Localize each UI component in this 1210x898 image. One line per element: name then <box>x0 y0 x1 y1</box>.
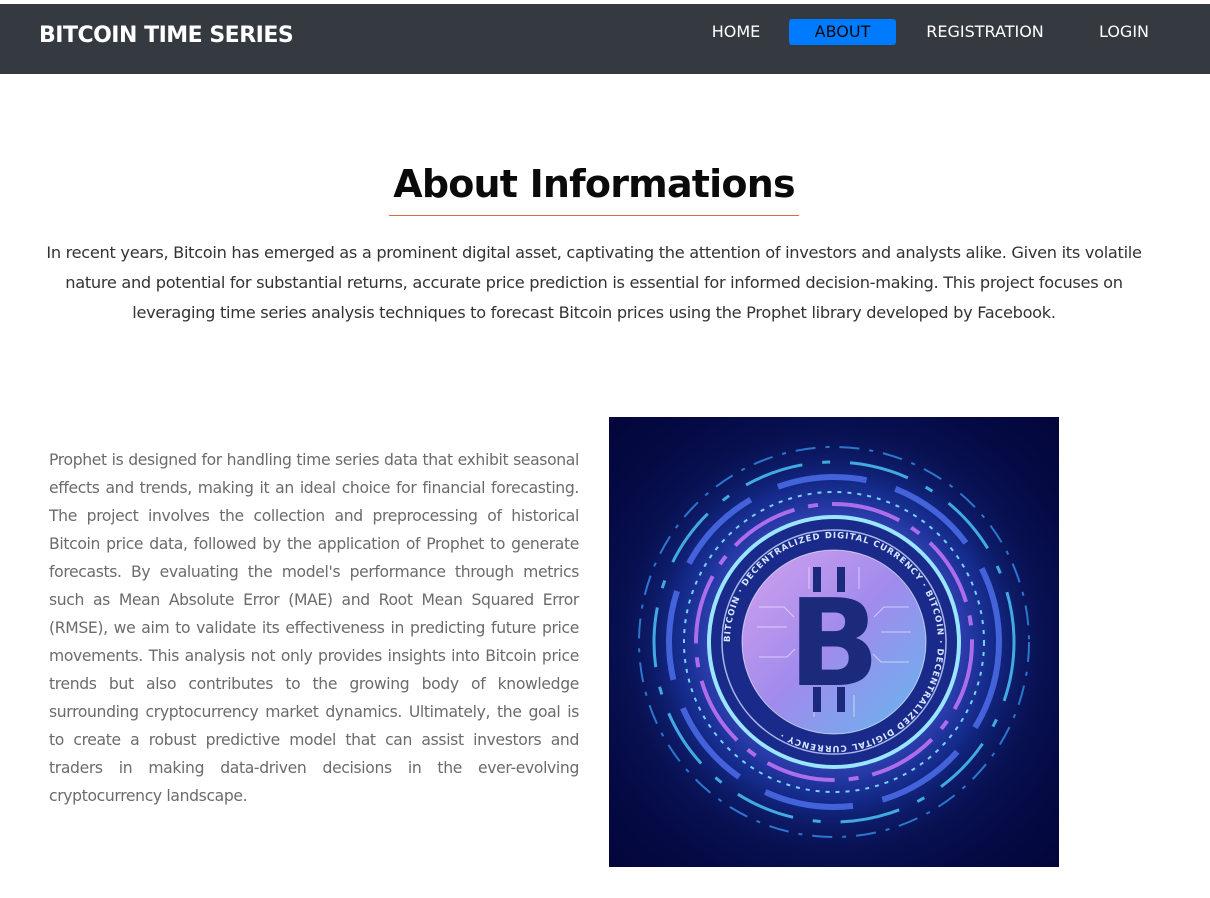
nav-about[interactable]: ABOUT <box>789 19 896 45</box>
intro-paragraph: In recent years, Bitcoin has emerged as … <box>46 243 1142 322</box>
nav-home[interactable]: HOME <box>711 19 761 45</box>
nav-login[interactable]: LOGIN <box>1098 19 1150 45</box>
nav-registration[interactable]: REGISTRATION <box>925 19 1045 45</box>
title-underline <box>389 215 799 216</box>
bitcoin-symbol: B <box>788 575 879 714</box>
navbar: BITCOIN TIME SERIES HOME ABOUT REGISTRAT… <box>0 4 1210 74</box>
body-paragraph: Prophet is designed for handling time se… <box>49 451 579 805</box>
bitcoin-illustration: BITCOIN · DECENTRALIZED DIGITAL CURRENCY… <box>619 427 1049 857</box>
bitcoin-hero-image: BITCOIN · DECENTRALIZED DIGITAL CURRENCY… <box>609 417 1059 867</box>
brand-logo-text[interactable]: BITCOIN TIME SERIES <box>39 23 294 48</box>
page-title: About Informations <box>393 162 795 206</box>
